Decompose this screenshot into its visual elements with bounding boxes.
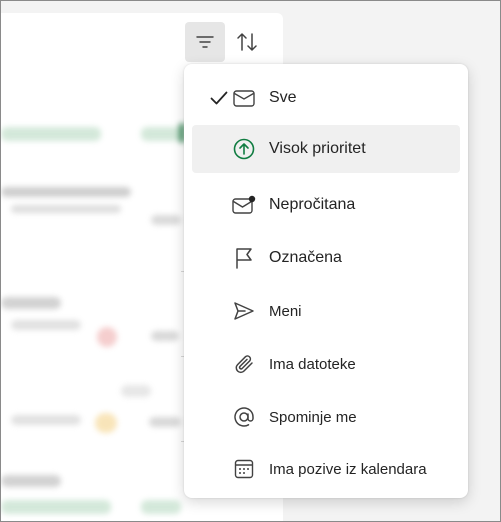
sort-icon [237,33,257,51]
menu-item-label: Označena [269,249,342,266]
menu-item-all[interactable]: Sve [192,74,460,122]
sort-button[interactable] [227,22,267,62]
menu-item-label: Meni [269,302,302,320]
menu-item-calendar-invites[interactable]: Ima pozive iz kalendara [192,445,460,493]
checkmark-icon [209,88,229,108]
filter-button[interactable] [185,22,225,62]
mail-unread-icon [232,193,256,217]
menu-item-label: Nepročitana [269,196,356,213]
filter-menu: Sve Visok prioritet Nepročitana Označena [184,64,468,498]
menu-item-has-files[interactable]: Ima datoteke [192,340,460,388]
flag-icon [232,246,256,270]
menu-item-high-priority[interactable]: Visok prioritet [192,125,460,173]
menu-item-label: Spominje me [269,408,357,426]
menu-item-mentions-me[interactable]: Spominje me [192,393,460,441]
menu-item-label: Ima datoteke [269,355,356,373]
attach-icon [232,352,256,376]
menu-item-label: Visok prioritet [269,140,366,157]
arrow-up-circle-icon [232,137,256,161]
menu-item-label: Ima pozive iz kalendara [269,460,427,478]
app-window: Sve Visok prioritet Nepročitana Označena [0,0,501,522]
menu-item-unread[interactable]: Nepročitana [192,181,460,229]
send-icon [232,299,256,323]
mail-icon [232,86,256,110]
mention-icon [232,405,256,429]
menu-item-flagged[interactable]: Označena [192,234,460,282]
calendar-icon [232,457,256,481]
menu-item-to-me[interactable]: Meni [192,287,460,335]
menu-item-label: Sve [269,89,297,106]
filter-icon [196,36,214,48]
